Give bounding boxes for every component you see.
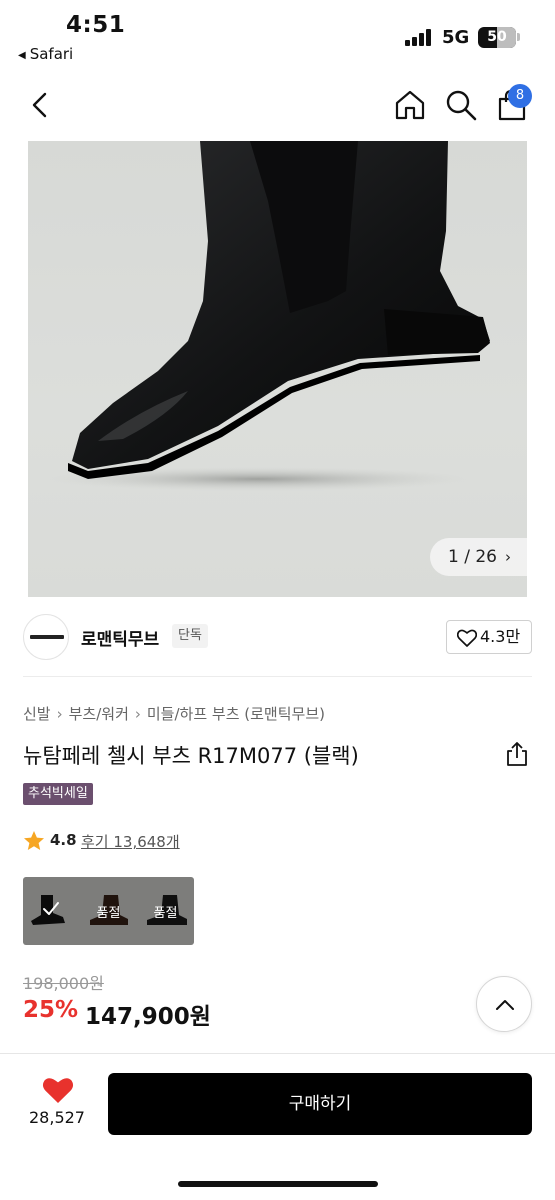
color-option-brown[interactable]: 품절 [80, 877, 137, 945]
breadcrumb: 신발 › 부츠/워커 › 미들/하프 부츠 (로맨틱무브) [23, 705, 325, 723]
star-icon [24, 831, 44, 850]
color-option-black[interactable] [23, 877, 80, 945]
bottom-action-bar: 28,527 구매하기 [0, 1053, 555, 1200]
product-title: 뉴탐페레 첼시 부츠 R17M077 (블랙) [23, 744, 359, 768]
back-triangle-icon: ◀ [18, 50, 26, 61]
brand-name[interactable]: 로맨틱무브 [81, 625, 159, 650]
home-icon[interactable] [393, 88, 427, 122]
color-option-black-suede[interactable]: 품절 [137, 877, 194, 945]
buy-button[interactable]: 구매하기 [108, 1073, 532, 1135]
review-count-link[interactable]: 후기 13,648개 [81, 831, 180, 852]
battery-level: 50 [487, 29, 507, 45]
brand-like-count: 4.3만 [480, 627, 521, 646]
color-options: 품절 품절 [23, 877, 194, 945]
share-icon[interactable] [505, 741, 529, 767]
original-price: 198,000원 [23, 974, 104, 993]
back-to-app-link[interactable]: ◀ Safari [18, 45, 73, 63]
sale-price: 147,900원 [85, 1004, 211, 1030]
chevron-up-icon [496, 1000, 514, 1010]
sale-tag: 추석빅세일 [23, 783, 93, 805]
sold-out-label: 품절 [96, 906, 121, 921]
status-time: 4:51 [66, 12, 126, 38]
discount-rate: 25% [23, 997, 79, 1023]
status-bar: 4:51 ◀ Safari 5G 50 [0, 0, 555, 70]
product-like-button[interactable]: 28,527 [22, 1076, 92, 1136]
product-image-gallery[interactable]: 1 / 26 › [28, 141, 527, 597]
brand-logo[interactable] [23, 614, 69, 660]
battery-icon: 50 [478, 27, 516, 48]
battery-tip [517, 33, 520, 41]
search-icon[interactable] [444, 88, 478, 122]
breadcrumb-item[interactable]: 미들/하프 부츠 (로맨틱무브) [147, 705, 325, 723]
sold-out-label: 품절 [153, 906, 178, 921]
heart-filled-icon [42, 1078, 74, 1103]
exclusive-badge: 단독 [172, 624, 208, 648]
product-like-count: 28,527 [29, 1108, 85, 1127]
chevron-left-icon[interactable] [26, 90, 56, 120]
nav-bar [0, 78, 555, 134]
breadcrumb-item[interactable]: 부츠/워커 [69, 705, 129, 723]
check-icon [43, 902, 59, 915]
signal-icon [405, 29, 435, 46]
scroll-top-button[interactable] [476, 976, 532, 1032]
heart-outline-icon [457, 629, 477, 647]
chevron-right-icon: › [505, 548, 511, 566]
image-counter[interactable]: 1 / 26 › [430, 538, 527, 576]
brand-row: 로맨틱무브 단독 4.3만 [0, 610, 555, 666]
back-app-label: Safari [29, 45, 74, 63]
chelsea-boot-image [48, 141, 490, 491]
rating-score: 4.8 [50, 831, 77, 849]
network-label: 5G [442, 27, 470, 48]
cart-count-badge: 8 [508, 84, 532, 108]
divider [23, 676, 532, 677]
breadcrumb-item[interactable]: 신발 [23, 705, 51, 723]
home-indicator [178, 1181, 378, 1187]
brand-like-button[interactable]: 4.3만 [446, 620, 532, 654]
image-counter-text: 1 / 26 [448, 547, 497, 567]
